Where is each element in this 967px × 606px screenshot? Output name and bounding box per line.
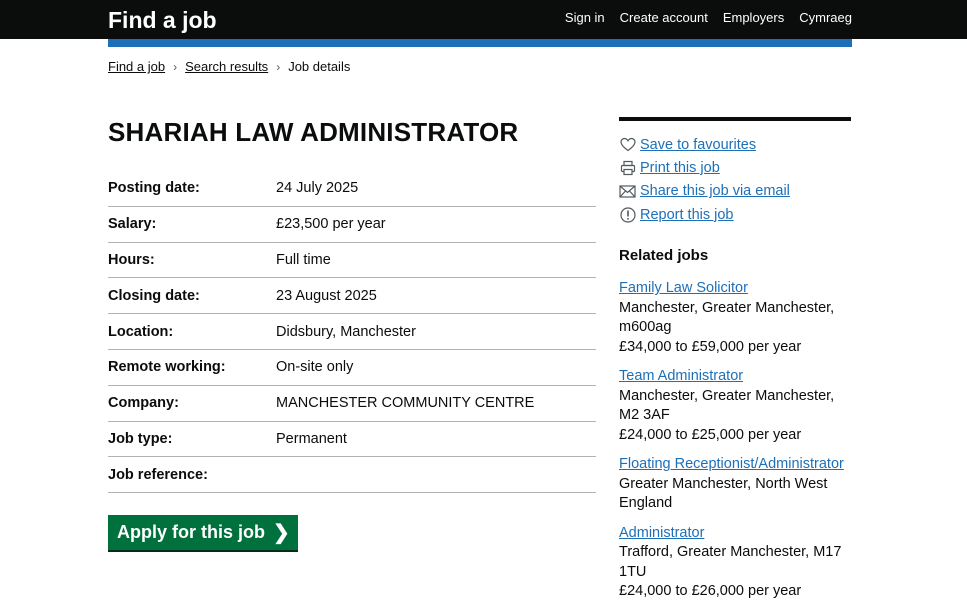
detail-value: £23,500 per year xyxy=(276,216,386,233)
detail-value: On-site only xyxy=(276,359,354,376)
related-job-item: Administrator Trafford, Greater Manchest… xyxy=(619,524,851,602)
detail-label: Salary: xyxy=(108,216,157,233)
related-job-location: Manchester, Greater Manchester, M2 3AF xyxy=(619,387,835,424)
report-job-link[interactable]: Report this job xyxy=(640,207,734,223)
share-via-email-action[interactable]: Share this job via email xyxy=(619,180,851,203)
nav-create-account[interactable]: Create account xyxy=(620,10,708,26)
related-jobs-heading: Related jobs xyxy=(619,247,709,265)
related-job-item: Floating Receptionist/Administrator Grea… xyxy=(619,455,851,514)
heart-icon xyxy=(619,136,636,153)
header-blue-bar xyxy=(108,39,852,47)
related-job-salary: £24,000 to £25,000 per year xyxy=(619,426,802,443)
breadcrumb: Find a job › Search results › Job detail… xyxy=(108,59,350,75)
report-job-action[interactable]: Report this job xyxy=(619,203,851,226)
chevron-right-icon: › xyxy=(276,60,281,74)
apply-for-job-button[interactable]: Apply for this job ❯ xyxy=(108,515,298,550)
detail-label: Company: xyxy=(108,395,179,412)
envelope-icon xyxy=(619,183,636,200)
breadcrumb-current: Job details xyxy=(288,59,351,74)
breadcrumb-find-a-job[interactable]: Find a job xyxy=(108,59,165,75)
detail-row-remote-working: Remote working: On-site only xyxy=(108,350,596,386)
nav-sign-in[interactable]: Sign in xyxy=(565,10,605,26)
detail-label: Remote working: xyxy=(108,359,226,376)
related-job-location: Trafford, Greater Manchester, M17 1TU xyxy=(619,544,842,580)
chevron-right-icon: › xyxy=(173,60,178,74)
related-job-location: Greater Manchester, North West England xyxy=(619,475,828,512)
detail-label: Posting date: xyxy=(108,180,200,197)
detail-value: Permanent xyxy=(276,430,347,447)
related-jobs-list: Family Law Solicitor Manchester, Greater… xyxy=(619,279,851,602)
detail-row-salary: Salary: £23,500 per year xyxy=(108,207,596,243)
detail-value: Didsbury, Manchester xyxy=(276,323,416,340)
job-actions: Save to favourites Print this job Share … xyxy=(619,121,851,226)
save-to-favourites-link[interactable]: Save to favourites xyxy=(640,137,756,153)
printer-icon xyxy=(619,159,636,176)
related-job-item: Family Law Solicitor Manchester, Greater… xyxy=(619,279,851,357)
detail-label: Hours: xyxy=(108,251,155,268)
chevron-right-icon: ❯ xyxy=(273,521,290,544)
apply-button-label: Apply for this job xyxy=(117,522,265,542)
detail-label: Job reference: xyxy=(108,466,208,483)
related-job-item: Team Administrator Manchester, Greater M… xyxy=(619,367,851,445)
job-title: SHARIAH LAW ADMINISTRATOR xyxy=(108,117,519,147)
site-title-link[interactable]: Find a job xyxy=(108,5,217,35)
related-job-title-link[interactable]: Administrator xyxy=(619,524,851,544)
report-icon xyxy=(619,206,636,223)
detail-row-job-reference: Job reference: xyxy=(108,457,596,494)
detail-row-hours: Hours: Full time xyxy=(108,243,596,279)
related-job-title-link[interactable]: Floating Receptionist/Administrator xyxy=(619,455,851,475)
detail-value: 24 July 2025 xyxy=(276,180,359,197)
detail-label: Closing date: xyxy=(108,287,200,304)
print-job-action[interactable]: Print this job xyxy=(619,156,851,179)
detail-value: MANCHESTER COMMUNITY CENTRE xyxy=(276,395,535,412)
related-job-location: Manchester, Greater Manchester, m600ag xyxy=(619,299,835,336)
sidebar: Save to favourites Print this job Share … xyxy=(619,117,851,606)
related-job-title-link[interactable]: Team Administrator xyxy=(619,367,851,387)
breadcrumb-search-results[interactable]: Search results xyxy=(185,59,268,75)
detail-label: Location: xyxy=(108,323,174,340)
detail-row-posting-date: Posting date: 24 July 2025 xyxy=(108,171,596,207)
detail-row-location: Location: Didsbury, Manchester xyxy=(108,314,596,350)
nav-employers[interactable]: Employers xyxy=(723,10,784,26)
save-to-favourites-action[interactable]: Save to favourites xyxy=(619,133,851,156)
detail-row-company: Company: MANCHESTER COMMUNITY CENTRE xyxy=(108,386,596,422)
job-details-list: Posting date: 24 July 2025 Salary: £23,5… xyxy=(108,171,596,494)
nav-cymraeg[interactable]: Cymraeg xyxy=(799,10,852,26)
related-job-title-link[interactable]: Family Law Solicitor xyxy=(619,279,851,299)
header-nav: Sign in Create account Employers Cymraeg xyxy=(565,10,852,26)
detail-label: Job type: xyxy=(108,430,173,447)
site-header: Find a job Sign in Create account Employ… xyxy=(0,0,967,39)
share-via-email-link[interactable]: Share this job via email xyxy=(640,183,790,199)
detail-row-job-type: Job type: Permanent xyxy=(108,422,596,458)
detail-row-closing-date: Closing date: 23 August 2025 xyxy=(108,278,596,315)
related-job-salary: £24,000 to £26,000 per year xyxy=(619,583,802,600)
related-job-salary: £34,000 to £59,000 per year xyxy=(619,338,802,355)
detail-value: Full time xyxy=(276,251,331,268)
detail-value: 23 August 2025 xyxy=(276,287,377,304)
print-job-link[interactable]: Print this job xyxy=(640,160,720,176)
